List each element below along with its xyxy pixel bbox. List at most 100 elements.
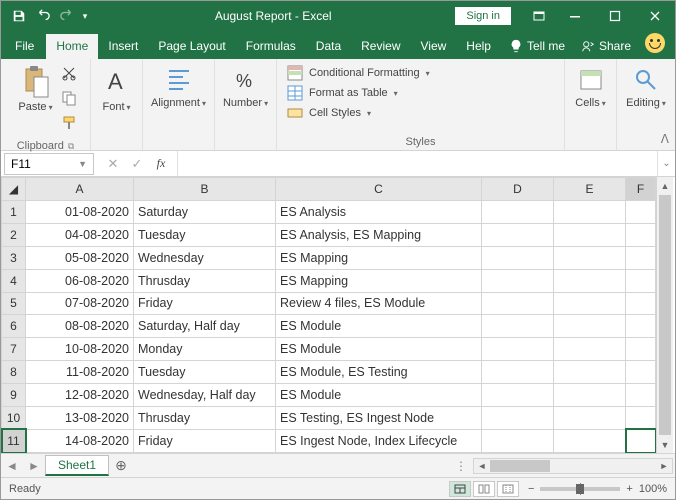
insert-function-icon[interactable]: fx — [149, 156, 173, 171]
cell[interactable] — [554, 338, 626, 361]
row-header[interactable]: 2 — [2, 223, 26, 246]
zoom-level[interactable]: 100% — [639, 483, 667, 495]
zoom-slider[interactable] — [540, 487, 620, 491]
cell[interactable]: ES Module — [276, 338, 482, 361]
tab-help[interactable]: Help — [456, 34, 501, 59]
cell[interactable] — [626, 292, 656, 315]
row-header[interactable]: 5 — [2, 292, 26, 315]
cell[interactable] — [554, 223, 626, 246]
cell[interactable] — [482, 292, 554, 315]
tell-me[interactable]: Tell me — [501, 34, 573, 59]
cell[interactable] — [482, 338, 554, 361]
cell[interactable]: Friday — [134, 429, 276, 452]
cell[interactable] — [554, 315, 626, 338]
col-header-f[interactable]: F — [626, 178, 656, 201]
cell[interactable]: ES Module — [276, 384, 482, 407]
cell[interactable] — [626, 384, 656, 407]
cell[interactable] — [554, 407, 626, 430]
row-header[interactable]: 11 — [2, 429, 26, 452]
vertical-scrollbar[interactable]: ▲ ▼ — [656, 177, 673, 453]
share-button[interactable]: Share — [573, 34, 639, 59]
cell[interactable]: Saturday — [134, 200, 276, 223]
cell[interactable] — [482, 407, 554, 430]
cell[interactable] — [482, 429, 554, 452]
horizontal-scrollbar[interactable]: ◄ ► — [473, 458, 673, 474]
cell[interactable]: Saturday, Half day — [134, 315, 276, 338]
cell[interactable]: Thrusday — [134, 407, 276, 430]
cell[interactable] — [626, 269, 656, 292]
conditional-formatting-button[interactable]: Conditional Formatting▾ — [287, 65, 430, 81]
scroll-left-icon[interactable]: ◄ — [474, 461, 490, 471]
cell[interactable] — [554, 269, 626, 292]
cell-styles-button[interactable]: Cell Styles▾ — [287, 105, 430, 121]
vscroll-thumb[interactable] — [659, 195, 671, 435]
cancel-formula-icon[interactable]: ✕ — [101, 156, 125, 172]
cell[interactable]: 07-08-2020 — [26, 292, 134, 315]
cell[interactable]: ES Mapping — [276, 246, 482, 269]
cell[interactable]: 06-08-2020 — [26, 269, 134, 292]
cell[interactable]: ES Mapping — [276, 269, 482, 292]
zoom-out-button[interactable]: − — [528, 483, 534, 495]
select-all-corner[interactable]: ◢ — [2, 178, 26, 201]
cell[interactable] — [554, 361, 626, 384]
cell[interactable] — [482, 361, 554, 384]
undo-button[interactable] — [31, 4, 55, 28]
sheet-nav-next[interactable]: ► — [23, 459, 45, 473]
cell[interactable] — [554, 384, 626, 407]
save-button[interactable] — [7, 4, 31, 28]
cell[interactable] — [482, 223, 554, 246]
cell[interactable] — [554, 246, 626, 269]
tab-formulas[interactable]: Formulas — [236, 34, 306, 59]
cell[interactable] — [482, 384, 554, 407]
ribbon-display-options[interactable] — [523, 1, 555, 31]
row-header[interactable]: 9 — [2, 384, 26, 407]
worksheet-grid[interactable]: ◢ A B C D E F 101-08-2020SaturdayES Anal… — [1, 177, 675, 453]
expand-formula-bar[interactable]: ⌄ — [657, 151, 675, 176]
cell[interactable] — [482, 246, 554, 269]
alignment-button[interactable]: Alignment▾ — [145, 61, 212, 113]
collapse-ribbon-icon[interactable]: ᐱ — [661, 132, 669, 146]
hscroll-thumb[interactable] — [490, 460, 550, 472]
cell[interactable]: Friday — [134, 292, 276, 315]
paste-button[interactable]: Paste▾ — [12, 61, 58, 117]
cell[interactable]: Review 4 files, ES Module — [276, 292, 482, 315]
maximize-button[interactable] — [595, 1, 635, 31]
copy-icon[interactable] — [61, 90, 77, 111]
cell[interactable] — [482, 200, 554, 223]
sheet-tab-sheet1[interactable]: Sheet1 — [45, 455, 109, 476]
font-button[interactable]: AFont▾ — [96, 61, 136, 117]
format-painter-icon[interactable] — [61, 115, 77, 136]
cell[interactable]: 10-08-2020 — [26, 338, 134, 361]
col-header-e[interactable]: E — [554, 178, 626, 201]
tab-insert[interactable]: Insert — [98, 34, 148, 59]
col-header-a[interactable]: A — [26, 178, 134, 201]
cell[interactable] — [626, 429, 656, 452]
cell[interactable]: 08-08-2020 — [26, 315, 134, 338]
cells-button[interactable]: Cells▾ — [569, 61, 611, 113]
feedback-smiley-icon[interactable] — [645, 33, 665, 53]
number-button[interactable]: %Number▾ — [217, 61, 274, 113]
scroll-up-icon[interactable]: ▲ — [657, 177, 673, 194]
cut-icon[interactable] — [61, 65, 77, 86]
cell[interactable]: ES Analysis, ES Mapping — [276, 223, 482, 246]
cell[interactable]: Monday — [134, 338, 276, 361]
cell[interactable]: Wednesday — [134, 246, 276, 269]
cell[interactable] — [626, 246, 656, 269]
formula-input[interactable] — [178, 153, 657, 175]
scroll-right-icon[interactable]: ► — [656, 461, 672, 471]
editing-button[interactable]: Editing▾ — [620, 61, 672, 113]
enter-formula-icon[interactable]: ✓ — [125, 156, 149, 172]
col-header-d[interactable]: D — [482, 178, 554, 201]
sign-in-button[interactable]: Sign in — [455, 7, 511, 25]
row-header[interactable]: 3 — [2, 246, 26, 269]
tab-view[interactable]: View — [411, 34, 457, 59]
tab-data[interactable]: Data — [306, 34, 351, 59]
cell[interactable] — [554, 292, 626, 315]
col-header-b[interactable]: B — [134, 178, 276, 201]
cell[interactable]: ES Module, ES Testing — [276, 361, 482, 384]
row-header[interactable]: 8 — [2, 361, 26, 384]
cell[interactable] — [554, 200, 626, 223]
zoom-in-button[interactable]: + — [626, 483, 632, 495]
cell[interactable]: Tuesday — [134, 223, 276, 246]
cell[interactable]: Wednesday, Half day — [134, 384, 276, 407]
